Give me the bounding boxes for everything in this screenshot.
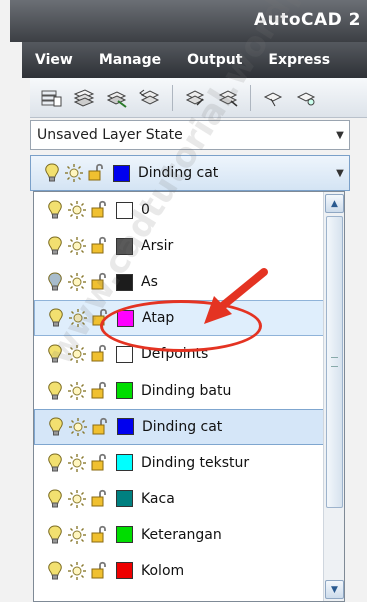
layer-row[interactable]: Dinding batu	[34, 372, 344, 408]
sun-icon[interactable]	[66, 269, 88, 295]
app-title: AutoCAD 2	[253, 10, 361, 30]
sun-icon[interactable]	[66, 197, 88, 223]
layer-row[interactable]: Kaca	[34, 481, 344, 517]
layer-row[interactable]: As	[34, 264, 344, 300]
lightbulb-icon[interactable]	[44, 558, 66, 584]
match-layer-icon[interactable]	[135, 84, 165, 112]
unlock-icon[interactable]	[88, 486, 110, 512]
lightbulb-icon[interactable]	[41, 160, 63, 186]
menu-bar: View Manage Output Express	[22, 42, 367, 78]
title-bar: AutoCAD 2	[10, 0, 367, 42]
unlock-icon[interactable]	[88, 558, 110, 584]
current-layer-dropdown[interactable]: Dinding cat ▼	[30, 155, 350, 191]
sun-icon[interactable]	[66, 233, 88, 259]
sun-icon[interactable]	[66, 378, 88, 404]
lightbulb-icon[interactable]	[44, 341, 66, 367]
menu-express[interactable]: Express	[255, 52, 343, 68]
unlock-icon[interactable]	[85, 160, 107, 186]
layer-row[interactable]: Dinding tekstur	[34, 445, 344, 481]
unlock-icon[interactable]	[88, 450, 110, 476]
layer-color-swatch	[116, 237, 133, 255]
layer-row[interactable]: Dinding cat	[34, 408, 344, 445]
unlock-icon[interactable]	[88, 378, 110, 404]
layer-freeze-icon[interactable]	[291, 84, 321, 112]
layer-name: 0	[141, 202, 150, 219]
layer-state-value: Unsaved Layer State	[37, 127, 183, 143]
vertical-scrollbar[interactable]: ▲ ▼	[323, 192, 344, 601]
unlock-icon[interactable]	[88, 341, 110, 367]
sun-icon[interactable]	[66, 341, 88, 367]
layer-previous-icon[interactable]	[180, 84, 210, 112]
layer-walk-icon[interactable]	[258, 84, 288, 112]
lightbulb-icon[interactable]	[45, 305, 67, 331]
layer-dropdown-list: 0 Arsir As Atap Defpoints Dinding batu Dinding…	[33, 191, 345, 602]
layer-states-icon[interactable]	[69, 84, 99, 112]
layer-state-dropdown[interactable]: Unsaved Layer State ▼	[30, 120, 350, 150]
layer-row[interactable]: 0	[34, 192, 344, 228]
sun-icon[interactable]	[66, 486, 88, 512]
layer-name: Kaca	[141, 490, 175, 507]
unlock-icon[interactable]	[88, 197, 110, 223]
sun-icon[interactable]	[66, 522, 88, 548]
unlock-icon[interactable]	[88, 269, 110, 295]
lightbulb-icon[interactable]	[44, 197, 66, 223]
sun-icon[interactable]	[63, 160, 85, 186]
layer-name: Arsir	[141, 238, 174, 255]
layer-color-swatch	[117, 418, 134, 436]
layer-color-swatch	[116, 490, 133, 508]
lightbulb-icon[interactable]	[44, 233, 66, 259]
current-layer-name: Dinding cat	[138, 165, 219, 181]
unlock-icon[interactable]	[89, 414, 111, 440]
annotation-arrow-icon	[204, 268, 268, 324]
lightbulb-icon[interactable]	[44, 450, 66, 476]
layer-color-swatch	[116, 526, 133, 544]
layers-toolbar	[30, 78, 367, 118]
lightbulb-icon[interactable]	[45, 414, 67, 440]
menu-view[interactable]: View	[22, 52, 86, 68]
layer-rows: 0 Arsir As Atap Defpoints Dinding batu Dinding…	[34, 192, 344, 589]
layer-color-swatch	[116, 345, 133, 363]
current-layer-row: Dinding cat	[31, 156, 331, 190]
scroll-thumb[interactable]	[326, 216, 343, 508]
layer-row[interactable]: Kolom	[34, 553, 344, 589]
sun-icon[interactable]	[66, 558, 88, 584]
scroll-grip-icon	[331, 357, 338, 367]
toolbar-separator	[172, 84, 173, 111]
layer-isolate-icon[interactable]	[213, 84, 243, 112]
layer-row[interactable]: Arsir	[34, 228, 344, 264]
layer-name: Keterangan	[141, 526, 222, 543]
menu-manage[interactable]: Manage	[86, 52, 174, 68]
lightbulb-icon[interactable]	[44, 522, 66, 548]
layer-color-swatch	[113, 164, 130, 182]
layer-row[interactable]: Keterangan	[34, 517, 344, 553]
layer-color-swatch	[116, 454, 133, 472]
chevron-down-icon[interactable]: ▼	[331, 130, 349, 141]
layer-name: Kolom	[141, 562, 185, 579]
layer-color-swatch	[116, 201, 133, 219]
layer-color-swatch	[116, 273, 133, 291]
layer-properties-icon[interactable]	[36, 84, 66, 112]
layer-name: Dinding tekstur	[141, 454, 250, 471]
layer-name: As	[141, 274, 158, 291]
lightbulb-icon[interactable]	[44, 378, 66, 404]
unlock-icon[interactable]	[88, 522, 110, 548]
toolbar-separator	[250, 84, 251, 111]
menu-output[interactable]: Output	[174, 52, 255, 68]
layer-color-swatch	[116, 382, 133, 400]
layer-name: Dinding batu	[141, 382, 232, 399]
layer-name: Dinding cat	[142, 418, 223, 435]
layer-color-swatch	[116, 562, 133, 580]
scroll-down-button[interactable]: ▼	[325, 580, 344, 599]
sun-icon[interactable]	[67, 305, 89, 331]
lightbulb-icon[interactable]	[44, 486, 66, 512]
chevron-down-icon[interactable]: ▼	[331, 168, 349, 179]
scroll-up-button[interactable]: ▲	[325, 194, 344, 213]
sun-icon[interactable]	[66, 450, 88, 476]
unlock-icon[interactable]	[88, 233, 110, 259]
sun-icon[interactable]	[67, 414, 89, 440]
lightbulb-icon[interactable]	[44, 269, 66, 295]
make-current-icon[interactable]	[102, 84, 132, 112]
